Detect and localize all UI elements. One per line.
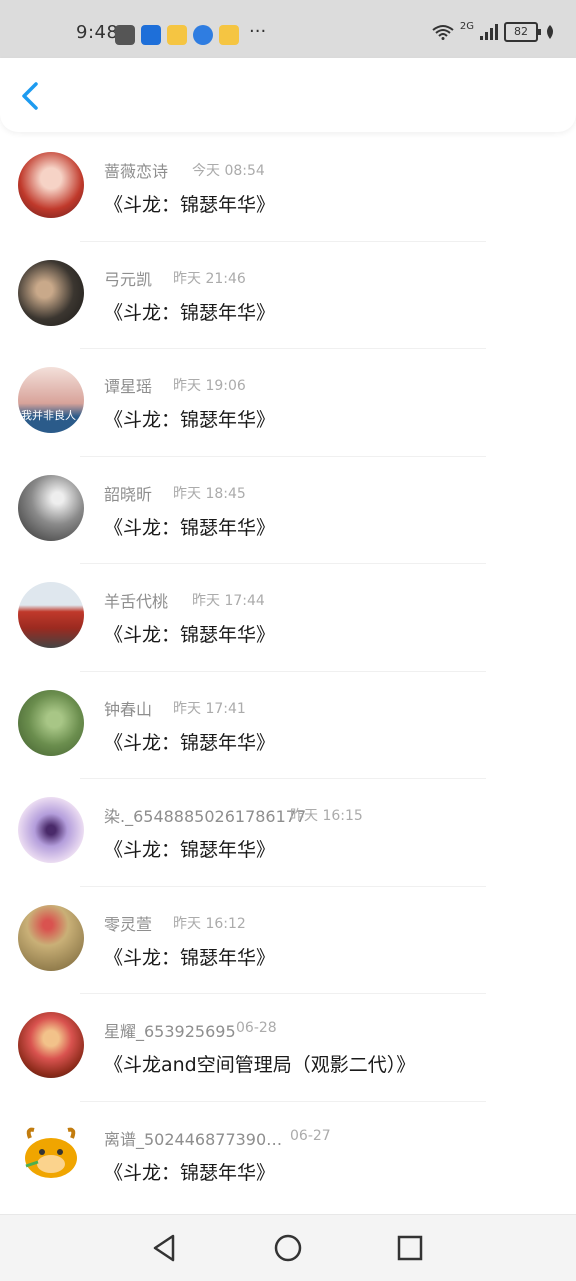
- message-title: 《斗龙：锦瑟年华》: [104, 409, 276, 431]
- status-time: 9:48: [76, 22, 119, 43]
- timestamp: 06-27: [290, 1127, 331, 1144]
- network-type: 2G: [459, 20, 474, 32]
- message-title: 《斗龙：锦瑟年华》: [104, 624, 276, 646]
- timestamp: 昨天 17:44: [192, 593, 265, 609]
- sender-name: 零灵萱: [104, 914, 153, 934]
- avatar[interactable]: [18, 1119, 84, 1186]
- list-item[interactable]: 我并非良人 谭星瑶 昨天 19:06 《斗龙：锦瑟年华》: [0, 349, 576, 457]
- timestamp: 06-28: [236, 1020, 277, 1036]
- sender-name: 钟春山: [104, 699, 153, 719]
- timestamp: 昨天 17:41: [173, 700, 246, 717]
- sender-name: 星耀_653925695: [104, 1022, 236, 1041]
- more-notifications: ···: [249, 21, 267, 42]
- avatar[interactable]: [18, 797, 84, 863]
- message-title: 《斗龙：锦瑟年华》: [104, 516, 276, 539]
- timestamp: 昨天 21:46: [173, 270, 246, 287]
- list-item[interactable]: 零灵萱 昨天 16:12 《斗龙：锦瑟年华》: [0, 887, 576, 994]
- avatar[interactable]: [18, 904, 84, 971]
- triangle-back-icon[interactable]: [149, 1232, 181, 1264]
- avatar[interactable]: 我并非良人: [18, 367, 84, 433]
- avatar[interactable]: [18, 1012, 84, 1078]
- message-list: 蔷薇恋诗 今天 08:54 《斗龙：锦瑟年华》 弓元凯 昨天 21:46 《斗龙…: [0, 134, 576, 1209]
- message-title: 《斗龙：锦瑟年华》: [104, 839, 276, 861]
- chevron-left-icon[interactable]: [16, 78, 48, 114]
- bulb-app-icon: [141, 24, 161, 45]
- list-item[interactable]: 离谱_502446877390… 06-27 《斗龙：锦瑟年华》: [0, 1102, 576, 1210]
- sender-name: 染._65488850261786177: [104, 807, 307, 826]
- sender-name: 谭星瑶: [104, 377, 153, 396]
- message-title: 《斗龙：锦瑟年华》: [104, 946, 276, 969]
- message-title: 《斗龙：锦瑟年华》: [104, 301, 276, 324]
- timestamp: 昨天 16:12: [173, 915, 246, 932]
- list-item[interactable]: 钟春山 昨天 17:41 《斗龙：锦瑟年华》: [0, 672, 576, 779]
- notification-icons: ···: [115, 21, 267, 45]
- avatar[interactable]: [18, 582, 84, 648]
- leaf-icon: [547, 25, 553, 39]
- avatar[interactable]: [18, 474, 84, 541]
- message-title: 《斗龙：锦瑟年华》: [104, 1161, 276, 1184]
- avatar[interactable]: [18, 689, 84, 756]
- avatar[interactable]: [18, 259, 84, 326]
- list-item[interactable]: 羊舌代桃 昨天 17:44 《斗龙：锦瑟年华》: [0, 564, 576, 672]
- message-title: 《斗龙and空间管理局（观影二代）》: [104, 1054, 416, 1076]
- status-right: 2G 82: [432, 20, 556, 42]
- wifi-icon: [432, 25, 454, 40]
- system-nav-bar: [0, 1214, 576, 1281]
- square-recents-icon[interactable]: [394, 1232, 426, 1264]
- cow-icon: [25, 1127, 77, 1178]
- avatar[interactable]: [18, 152, 84, 218]
- list-item[interactable]: 韶晓昕 昨天 18:45 《斗龙：锦瑟年华》: [0, 457, 576, 564]
- avatar-caption: 我并非良人: [21, 409, 76, 422]
- timestamp: 昨天 16:15: [290, 808, 363, 824]
- top-app-bar: [0, 58, 576, 132]
- signal-icon: [480, 24, 498, 40]
- sender-name: 离谱_502446877390…: [104, 1129, 283, 1149]
- status-bar: 9:48 ··· 2G 82: [0, 0, 576, 58]
- timestamp: 昨天 19:06: [173, 378, 246, 394]
- sender-name: 羊舌代桃: [104, 592, 169, 611]
- huawei-app-icon: [115, 24, 135, 45]
- weibo-icon: [219, 24, 239, 45]
- circle-home-icon[interactable]: [272, 1232, 304, 1264]
- list-item[interactable]: 蔷薇恋诗 今天 08:54 《斗龙：锦瑟年华》: [0, 134, 576, 242]
- sender-name: 蔷薇恋诗: [104, 162, 169, 181]
- battery-indicator: 82: [504, 22, 541, 42]
- sender-name: 韶晓昕: [104, 484, 153, 504]
- weibo-icon: [167, 24, 187, 45]
- sender-name: 弓元凯: [104, 269, 153, 289]
- message-title: 《斗龙：锦瑟年华》: [104, 194, 276, 216]
- list-item[interactable]: 染._65488850261786177 昨天 16:15 《斗龙：锦瑟年华》: [0, 779, 576, 887]
- list-item[interactable]: 星耀_653925695 06-28 《斗龙and空间管理局（观影二代）》: [0, 994, 576, 1102]
- browser-icon: [193, 24, 213, 45]
- timestamp: 今天 08:54: [192, 163, 265, 179]
- list-item[interactable]: 弓元凯 昨天 21:46 《斗龙：锦瑟年华》: [0, 242, 576, 349]
- timestamp: 昨天 18:45: [173, 485, 246, 502]
- message-title: 《斗龙：锦瑟年华》: [104, 731, 276, 754]
